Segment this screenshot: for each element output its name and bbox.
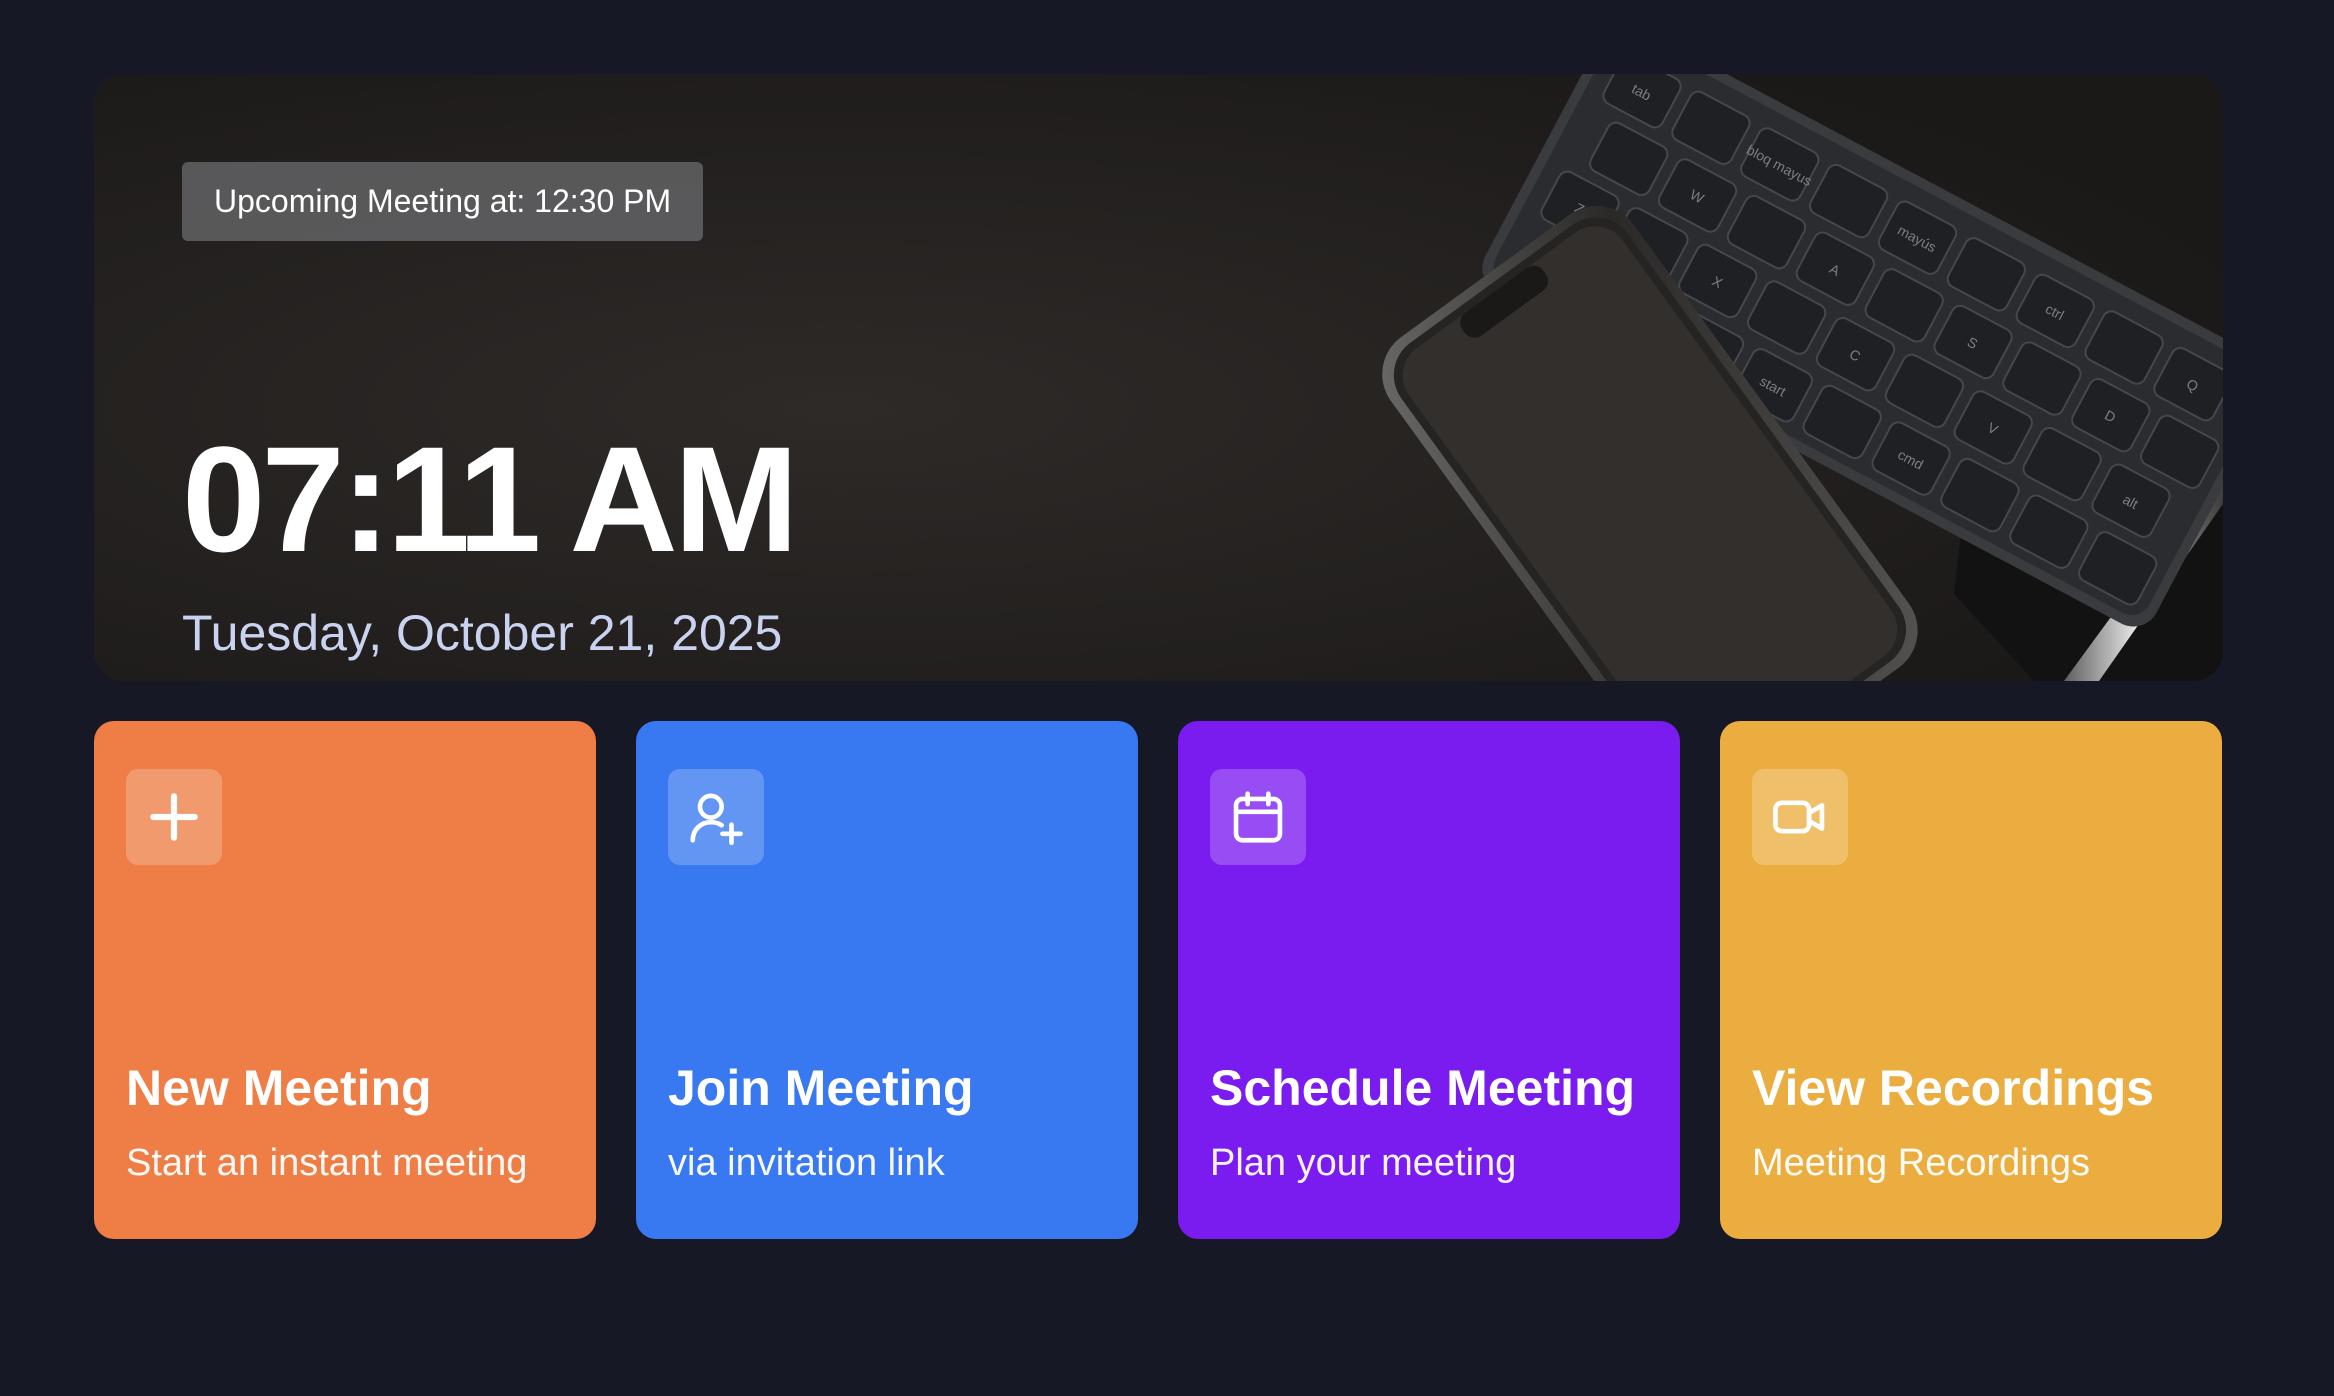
new-meeting-title: New Meeting — [126, 1060, 432, 1116]
schedule-meeting-title: Schedule Meeting — [1210, 1060, 1636, 1116]
view-recordings-card[interactable]: View Recordings Meeting Recordings — [1720, 721, 2222, 1239]
plus-icon — [126, 769, 222, 865]
new-meeting-card[interactable]: New Meeting Start an instant meeting — [94, 721, 596, 1239]
new-meeting-subtitle: Start an instant meeting — [126, 1142, 528, 1184]
join-meeting-title: Join Meeting — [668, 1060, 974, 1116]
hero-banner: tabbloq mayusmayúsctrlQWASDZXCValtoptsta… — [94, 74, 2223, 681]
current-time: 07:11 AM — [182, 415, 799, 583]
schedule-meeting-subtitle: Plan your meeting — [1210, 1142, 1517, 1184]
join-meeting-card[interactable]: Join Meeting via invitation link — [636, 721, 1138, 1239]
schedule-meeting-card[interactable]: Schedule Meeting Plan your meeting — [1178, 721, 1680, 1239]
view-recordings-subtitle: Meeting Recordings — [1752, 1142, 2090, 1184]
user-plus-icon — [668, 769, 764, 865]
current-date: Tuesday, October 21, 2025 — [182, 605, 783, 661]
view-recordings-title: View Recordings — [1752, 1060, 2154, 1116]
home-page: tabbloq mayusmayúsctrlQWASDZXCValtoptsta… — [0, 0, 2334, 1396]
upcoming-meeting-badge: Upcoming Meeting at: 12:30 PM — [182, 162, 704, 241]
video-camera-icon — [1752, 769, 1848, 865]
calendar-icon — [1210, 769, 1306, 865]
join-meeting-subtitle: via invitation link — [668, 1142, 945, 1184]
